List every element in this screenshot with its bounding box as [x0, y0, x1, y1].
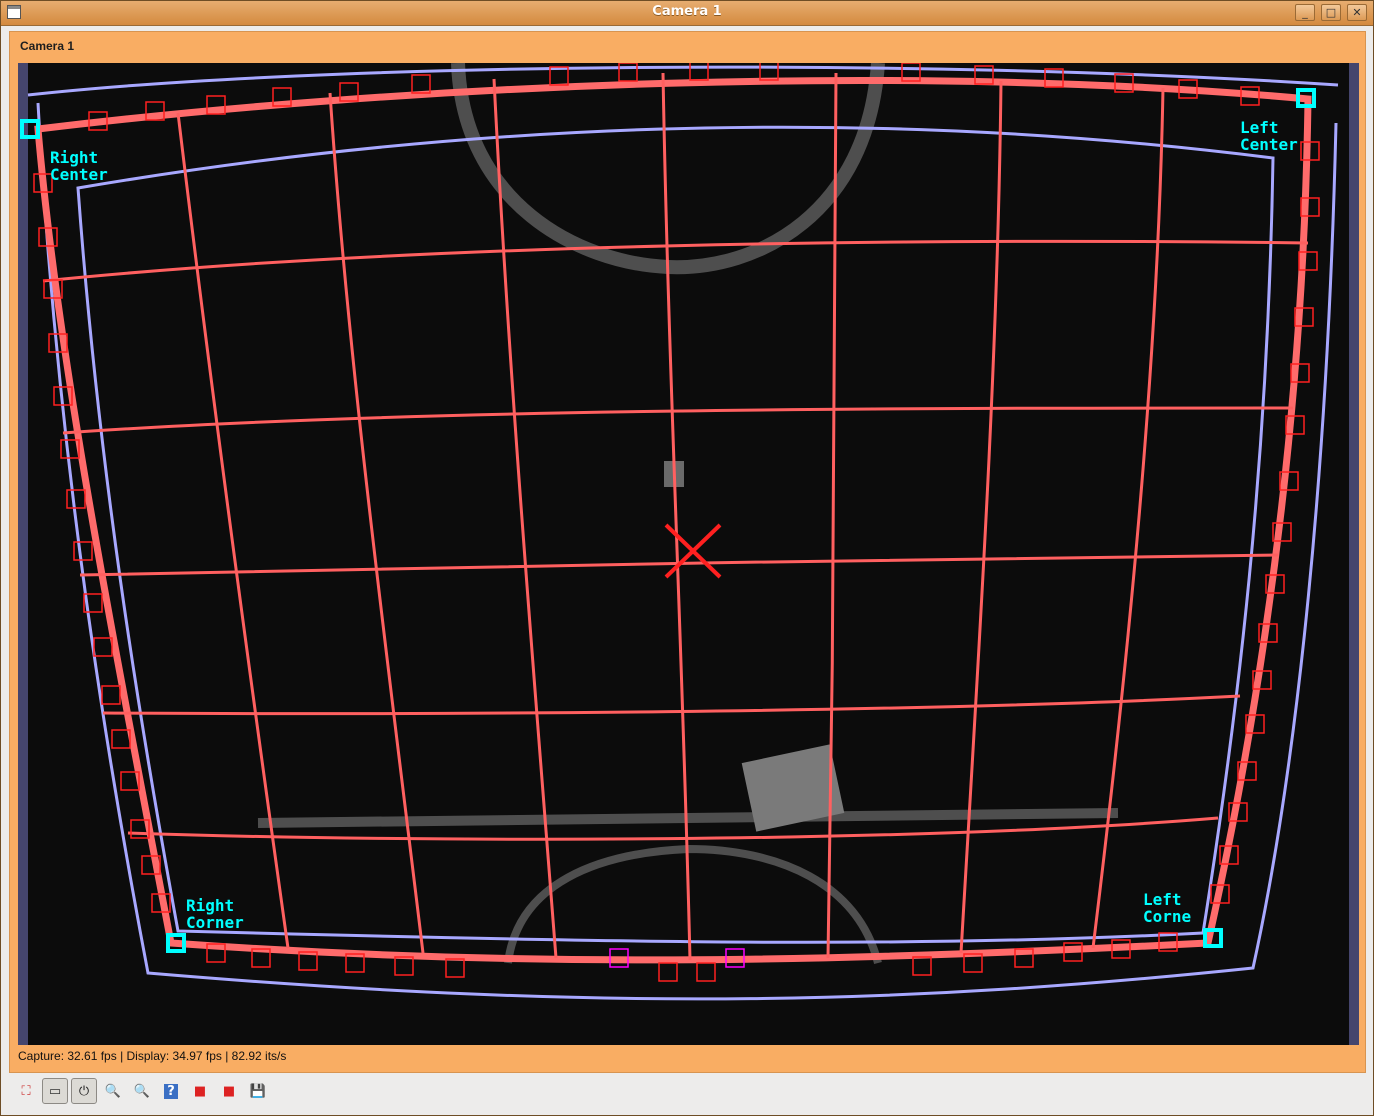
record-button[interactable]: ■ [187, 1078, 213, 1104]
help-button[interactable]: ? [158, 1078, 184, 1104]
label-right-corner-2: Corner [186, 913, 244, 932]
camera-panel: Camera 1 Right Center Left Center Right … [9, 31, 1366, 1073]
stop-record-icon: ■ [222, 1083, 236, 1099]
help-icon: ? [164, 1083, 178, 1099]
window-button[interactable]: ▭ [42, 1078, 68, 1104]
save-button[interactable]: 💾 [245, 1078, 271, 1104]
fullscreen-button[interactable]: ⛶ [13, 1078, 39, 1104]
zoom-out-button[interactable]: 🔍 [129, 1078, 155, 1104]
camera-view[interactable]: Right Center Left Center Right Corner Le… [18, 63, 1359, 1045]
stop-record-button[interactable]: ■ [216, 1078, 242, 1104]
window-title: Camera 1 [652, 4, 722, 19]
status-bar: Capture: 32.61 fps | Display: 34.97 fps … [18, 1049, 287, 1063]
power-icon: ⏻ [78, 1083, 90, 1099]
toolbar: ⛶ ▭ ⏻ 🔍 🔍? ■ ■ 💾 [9, 1076, 1366, 1106]
maximize-button[interactable]: □ [1321, 4, 1341, 21]
window-icon: ▭ [48, 1083, 62, 1099]
minimize-button[interactable]: _ [1295, 4, 1315, 21]
zoom-in-icon: 🔍 [104, 1083, 122, 1099]
panel-title: Camera 1 [20, 39, 75, 53]
camera-window: Camera 1 _ □ ✕ Camera 1 Right Center Lef… [0, 0, 1374, 1116]
power-button[interactable]: ⏻ [71, 1078, 97, 1104]
fullscreen-icon: ⛶ [21, 1083, 31, 1099]
zoom-out-icon: 🔍 [133, 1083, 151, 1099]
save-icon: 💾 [249, 1083, 267, 1099]
label-left-corner-2: Corne [1143, 907, 1191, 926]
label-right-center-2: Center [50, 165, 108, 184]
title-bar[interactable]: Camera 1 _ □ ✕ [1, 1, 1373, 26]
camera-image: Right Center Left Center Right Corner Le… [20, 63, 1349, 1045]
close-button[interactable]: ✕ [1347, 4, 1367, 21]
label-left-center-2: Center [1240, 135, 1298, 154]
record-icon: ■ [193, 1083, 207, 1099]
zoom-in-button[interactable]: 🔍 [100, 1078, 126, 1104]
